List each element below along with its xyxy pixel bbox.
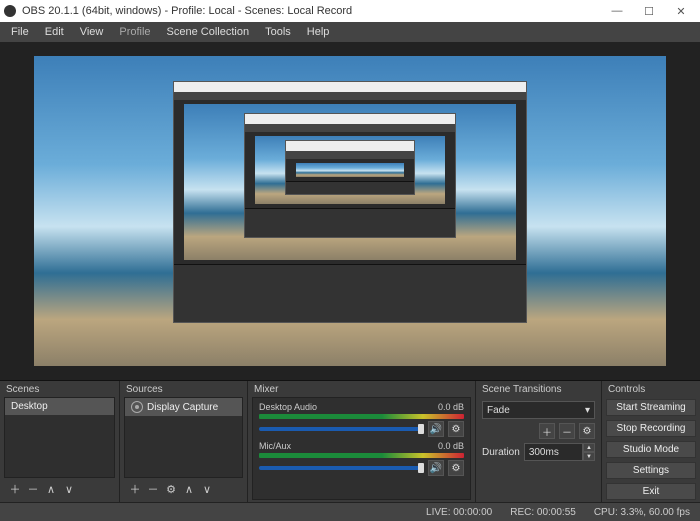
menubar: File Edit View Profile Scene Collection … [0, 22, 700, 42]
sources-list[interactable]: Display Capture [124, 397, 243, 478]
source-up-button[interactable]: ∧ [182, 482, 196, 496]
scenes-tools: ＋ － ∧ ∨ [4, 480, 115, 498]
exit-button[interactable]: Exit [606, 483, 696, 500]
menu-tools[interactable]: Tools [258, 24, 298, 40]
close-button[interactable]: ✕ [666, 2, 696, 20]
menu-view[interactable]: View [73, 24, 111, 40]
level-meter [259, 414, 464, 419]
remove-source-button[interactable]: － [146, 482, 160, 496]
mixer-body: Desktop Audio 0.0 dB 🔊 ⚙ Mic/Aux 0.0 dB [252, 397, 471, 500]
controls-panel: Controls Start Streaming Stop Recording … [602, 381, 700, 502]
transition-select[interactable]: Fade ▾ [482, 401, 595, 419]
scenes-header: Scenes [0, 381, 119, 397]
sources-panel: Sources Display Capture ＋ － ⚙ ∧ ∨ [120, 381, 248, 502]
channel-settings-button[interactable]: ⚙ [448, 421, 464, 437]
bottom-panels: Scenes Desktop ＋ － ∧ ∨ Sources Display C… [0, 380, 700, 502]
preview-area [0, 42, 700, 380]
mixer-header: Mixer [248, 381, 475, 397]
add-scene-button[interactable]: ＋ [8, 482, 22, 496]
preview-canvas[interactable] [34, 56, 666, 366]
sources-header: Sources [120, 381, 247, 397]
remove-scene-button[interactable]: － [26, 482, 40, 496]
menu-profile[interactable]: Profile [112, 24, 157, 40]
maximize-button[interactable]: ☐ [634, 2, 664, 20]
minimize-button[interactable]: — [602, 2, 632, 20]
stop-recording-button[interactable]: Stop Recording [606, 420, 696, 437]
scenes-panel: Scenes Desktop ＋ － ∧ ∨ [0, 381, 120, 502]
scenes-list[interactable]: Desktop [4, 397, 115, 478]
start-streaming-button[interactable]: Start Streaming [606, 399, 696, 416]
source-item[interactable]: Display Capture [125, 398, 242, 416]
menu-scene-collection[interactable]: Scene Collection [160, 24, 257, 40]
transition-selected: Fade [487, 405, 510, 416]
status-live: LIVE: 00:00:00 [426, 507, 492, 518]
mixer-channel: Desktop Audio 0.0 dB 🔊 ⚙ [253, 400, 470, 439]
duration-up[interactable]: ▲ [583, 443, 595, 452]
mute-button[interactable]: 🔊 [428, 460, 444, 476]
mixer-channel-db: 0.0 dB [438, 402, 464, 412]
window-title: OBS 20.1.1 (64bit, windows) - Profile: L… [22, 5, 602, 17]
volume-slider[interactable] [259, 427, 424, 431]
sources-tools: ＋ － ⚙ ∧ ∨ [124, 480, 243, 498]
transitions-body: Fade ▾ ＋ － ⚙ Duration 300ms ▲ ▼ [476, 397, 601, 465]
mixer-channel-name: Mic/Aux [259, 441, 291, 451]
duration-label: Duration [482, 447, 520, 458]
remove-transition-button[interactable]: － [559, 423, 575, 439]
app-window: OBS 20.1.1 (64bit, windows) - Profile: L… [0, 0, 700, 521]
menu-help[interactable]: Help [300, 24, 337, 40]
source-item-label: Display Capture [147, 402, 218, 413]
visibility-icon[interactable] [131, 401, 143, 413]
menu-file[interactable]: File [4, 24, 36, 40]
mixer-channel-name: Desktop Audio [259, 402, 317, 412]
add-transition-button[interactable]: ＋ [539, 423, 555, 439]
mixer-channel-db: 0.0 dB [438, 441, 464, 451]
channel-settings-button[interactable]: ⚙ [448, 460, 464, 476]
transitions-header: Scene Transitions [476, 381, 601, 397]
settings-button[interactable]: Settings [606, 462, 696, 479]
volume-slider[interactable] [259, 466, 424, 470]
status-rec: REC: 00:00:55 [510, 507, 576, 518]
recursive-preview [173, 81, 527, 323]
level-meter [259, 453, 464, 458]
duration-input[interactable]: 300ms [524, 443, 583, 461]
status-cpu: CPU: 3.3%, 60.00 fps [594, 507, 690, 518]
app-icon [4, 5, 16, 17]
scene-down-button[interactable]: ∨ [62, 482, 76, 496]
mute-button[interactable]: 🔊 [428, 421, 444, 437]
mixer-panel: Mixer Desktop Audio 0.0 dB 🔊 ⚙ [248, 381, 476, 502]
menu-edit[interactable]: Edit [38, 24, 71, 40]
scene-up-button[interactable]: ∧ [44, 482, 58, 496]
scene-item[interactable]: Desktop [5, 398, 114, 415]
transitions-panel: Scene Transitions Fade ▾ ＋ － ⚙ Duration … [476, 381, 602, 502]
studio-mode-button[interactable]: Studio Mode [606, 441, 696, 458]
duration-down[interactable]: ▼ [583, 452, 595, 461]
mixer-channel: Mic/Aux 0.0 dB 🔊 ⚙ [253, 439, 470, 478]
chevron-down-icon: ▾ [585, 405, 590, 416]
add-source-button[interactable]: ＋ [128, 482, 142, 496]
statusbar: LIVE: 00:00:00 REC: 00:00:55 CPU: 3.3%, … [0, 502, 700, 521]
titlebar: OBS 20.1.1 (64bit, windows) - Profile: L… [0, 0, 700, 22]
source-settings-button[interactable]: ⚙ [164, 482, 178, 496]
transition-settings-button[interactable]: ⚙ [579, 423, 595, 439]
source-down-button[interactable]: ∨ [200, 482, 214, 496]
controls-header: Controls [602, 381, 700, 397]
